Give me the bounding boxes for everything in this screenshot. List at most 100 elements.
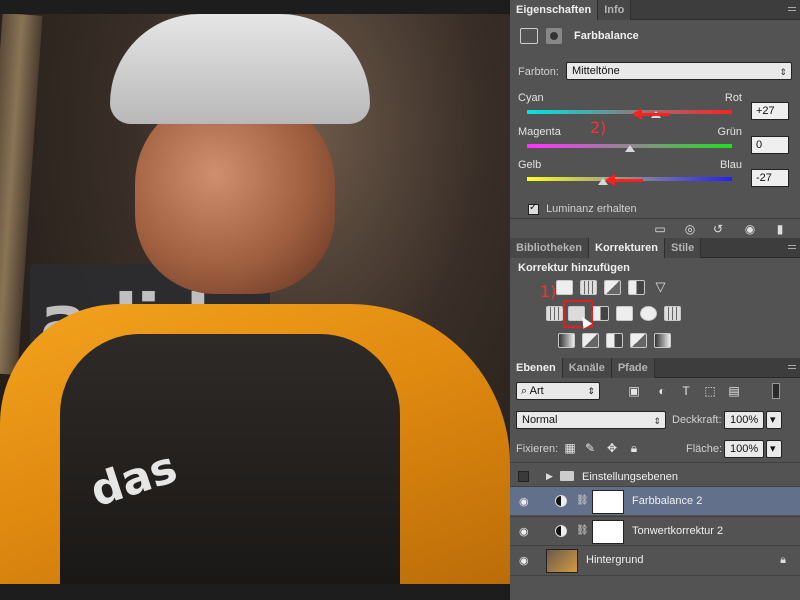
document-canvas[interactable]: adid das	[0, 0, 510, 600]
folder-icon	[560, 471, 574, 481]
tab-pfade[interactable]: Pfade	[611, 358, 655, 378]
properties-header: Farbbalance	[510, 20, 800, 52]
lock-label: Fixieren:	[516, 443, 559, 455]
lock-pixels-icon[interactable]: ✎	[582, 440, 598, 456]
layers-footer	[510, 575, 800, 600]
annotation-number-2: 2)	[590, 118, 607, 137]
slider-right-label: Blau	[719, 159, 742, 171]
properties-footer: ▭ ◎ ↺ ◉ ▮	[510, 218, 800, 238]
exposure-icon[interactable]	[628, 280, 645, 295]
slider-track[interactable]	[527, 110, 732, 114]
chevron-down-icon: ▾	[770, 443, 776, 455]
slider-value-input[interactable]: 0	[751, 136, 789, 154]
slider-value-input[interactable]: -27	[751, 169, 789, 187]
lock-position-icon[interactable]: ✥	[604, 440, 620, 456]
vibrance-icon[interactable]: ▽	[652, 280, 669, 295]
blend-mode-select[interactable]: Normal ⇕	[516, 411, 666, 429]
layer-name: Hintergrund	[586, 554, 644, 566]
slider-right-label: Grün	[717, 126, 742, 138]
annotation-arrow-yellow	[605, 174, 643, 186]
layer-row-farbbalance[interactable]: ◉ ⛓︎ Farbbalance 2	[510, 486, 800, 515]
select-arrows-icon: ⇕	[779, 67, 787, 77]
annotation-arrow-cyan	[632, 108, 670, 120]
layer-row-tonwert[interactable]: ◉ ⛓︎ Tonwertkorrektur 2	[510, 516, 800, 545]
expand-triangle-icon[interactable]: ▶	[546, 471, 553, 482]
reset-icon[interactable]: ↺	[710, 222, 726, 236]
tab-info[interactable]: Info	[598, 0, 632, 20]
tab-bibliotheken[interactable]: Bibliotheken	[510, 238, 590, 258]
photo-filter-icon[interactable]	[616, 306, 633, 321]
layer-image-thumbnail[interactable]	[546, 549, 578, 573]
filter-smart-object-icon[interactable]: ▤	[726, 383, 742, 399]
luminance-row: Luminanz erhalten	[528, 202, 637, 215]
opacity-input[interactable]: 100%	[724, 411, 764, 429]
filter-adjustment-icon[interactable]: ◐	[654, 383, 670, 399]
tab-ebenen[interactable]: Ebenen	[510, 358, 563, 378]
tone-select[interactable]: Mitteltöne ⇕	[566, 62, 792, 80]
tab-kanaele[interactable]: Kanäle	[562, 358, 612, 378]
helmet-shape	[110, 14, 370, 124]
levels-icon[interactable]	[580, 280, 597, 295]
visibility-icon[interactable]: ◉	[742, 222, 758, 236]
filter-type-icon[interactable]: T	[678, 383, 694, 399]
lock-transparent-icon[interactable]: ▦	[562, 440, 578, 456]
slider-left-label: Gelb	[518, 159, 542, 171]
fill-input[interactable]: 100%	[724, 440, 764, 458]
threshold-icon[interactable]	[606, 333, 623, 348]
opacity-dropdown[interactable]: ▾	[766, 411, 782, 429]
filter-shape-icon[interactable]: ⬚	[702, 383, 718, 399]
tab-stile[interactable]: Stile	[664, 238, 702, 258]
tab-korrekturen[interactable]: Korrekturen	[589, 238, 665, 258]
clip-to-layer-icon[interactable]: ▭	[652, 222, 668, 236]
filter-pixel-icon[interactable]: ▣	[626, 383, 642, 399]
panel-menu-icon[interactable]	[788, 7, 796, 11]
opacity-value: 100%	[730, 414, 759, 426]
layer-filter-value: Art	[529, 385, 544, 397]
lock-all-icon[interactable]: 🔒︎	[626, 440, 642, 456]
eye-icon[interactable]: ◉	[519, 554, 529, 567]
tone-label: Farbton:	[518, 66, 559, 78]
annotation-number-1: 1)	[540, 282, 557, 301]
eye-icon[interactable]: ◉	[519, 495, 529, 508]
slider-value-input[interactable]: +27	[751, 102, 789, 120]
channel-mixer-icon[interactable]	[640, 306, 657, 321]
black-white-icon[interactable]	[592, 306, 609, 321]
properties-title: Farbbalance	[574, 30, 639, 42]
tone-select-value: Mitteltöne	[572, 65, 620, 77]
link-chain-icon[interactable]: ⛓︎	[576, 495, 589, 506]
adjustment-layer-icon	[555, 495, 567, 507]
brightness-contrast-icon[interactable]	[556, 280, 573, 295]
layer-mask-thumbnail[interactable]	[592, 520, 624, 544]
layer-row-hintergrund[interactable]: ◉ Hintergrund 🔒︎	[510, 545, 800, 574]
hue-saturation-icon[interactable]	[546, 306, 563, 321]
gradient-map-icon[interactable]	[654, 333, 671, 348]
layer-name: Einstellungsebenen	[582, 471, 679, 483]
link-chain-icon[interactable]: ⛓︎	[576, 525, 589, 536]
photo-kayaker: adid das	[0, 14, 510, 584]
layer-filter-select[interactable]: ⌕ Art ⇕	[516, 382, 600, 400]
filter-toggle[interactable]	[772, 383, 780, 399]
panel-menu-icon[interactable]	[788, 245, 796, 249]
color-lookup-icon[interactable]	[664, 306, 681, 321]
slider-left-label: Magenta	[518, 126, 561, 138]
invert-icon[interactable]	[558, 333, 575, 348]
slider-left-label: Cyan	[518, 92, 544, 104]
selective-color-icon[interactable]	[630, 333, 647, 348]
curves-icon[interactable]	[604, 280, 621, 295]
panel-menu-icon[interactable]	[788, 365, 796, 369]
trash-icon[interactable]: ▮	[772, 222, 788, 236]
view-previous-icon[interactable]: ◎	[682, 222, 698, 236]
slider-thumb[interactable]	[624, 145, 635, 152]
posterize-icon[interactable]	[582, 333, 599, 348]
visibility-toggle-empty[interactable]	[518, 471, 529, 482]
layer-mask-thumbnail[interactable]	[592, 490, 624, 514]
fill-dropdown[interactable]: ▾	[766, 440, 782, 458]
luminance-checkbox[interactable]	[528, 202, 539, 215]
fill-value: 100%	[730, 443, 759, 455]
tab-eigenschaften[interactable]: Eigenschaften	[510, 0, 599, 20]
select-arrows-icon: ⇕	[653, 416, 661, 426]
eye-icon[interactable]: ◉	[519, 525, 529, 538]
mask-icon[interactable]	[546, 28, 562, 44]
opacity-label: Deckkraft:	[672, 414, 722, 426]
search-icon: ⌕	[521, 385, 528, 397]
